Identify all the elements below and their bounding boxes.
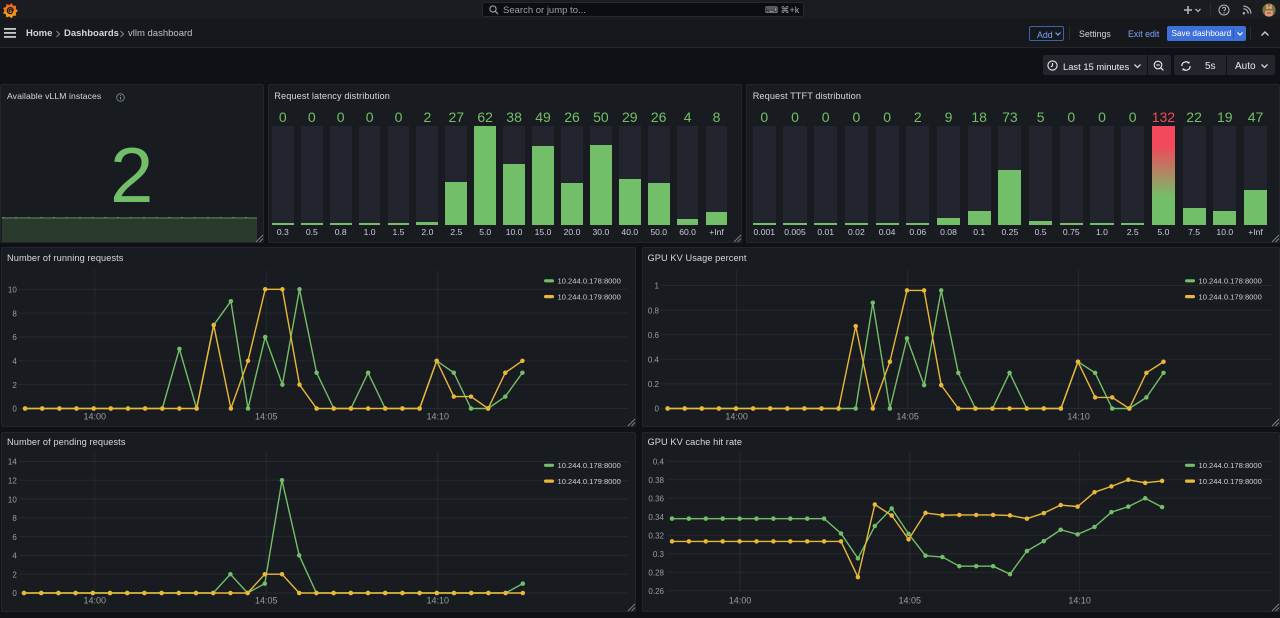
svg-text:0.26: 0.26 [648, 587, 664, 596]
svg-text:0.36: 0.36 [648, 495, 664, 504]
svg-text:10.244.0.178:8000: 10.244.0.178:8000 [1199, 461, 1262, 470]
svg-text:14:05: 14:05 [899, 596, 922, 606]
svg-text:0.3: 0.3 [653, 550, 665, 559]
svg-text:0.34: 0.34 [648, 513, 664, 522]
svg-text:0.28: 0.28 [648, 569, 664, 578]
svg-text:0.38: 0.38 [648, 476, 664, 485]
svg-text:14:10: 14:10 [1068, 596, 1091, 606]
svg-text:10.244.0.179:8000: 10.244.0.179:8000 [1199, 477, 1262, 486]
svg-text:0.4: 0.4 [653, 458, 665, 467]
svg-text:0.32: 0.32 [648, 532, 664, 541]
svg-text:14:00: 14:00 [729, 596, 752, 606]
